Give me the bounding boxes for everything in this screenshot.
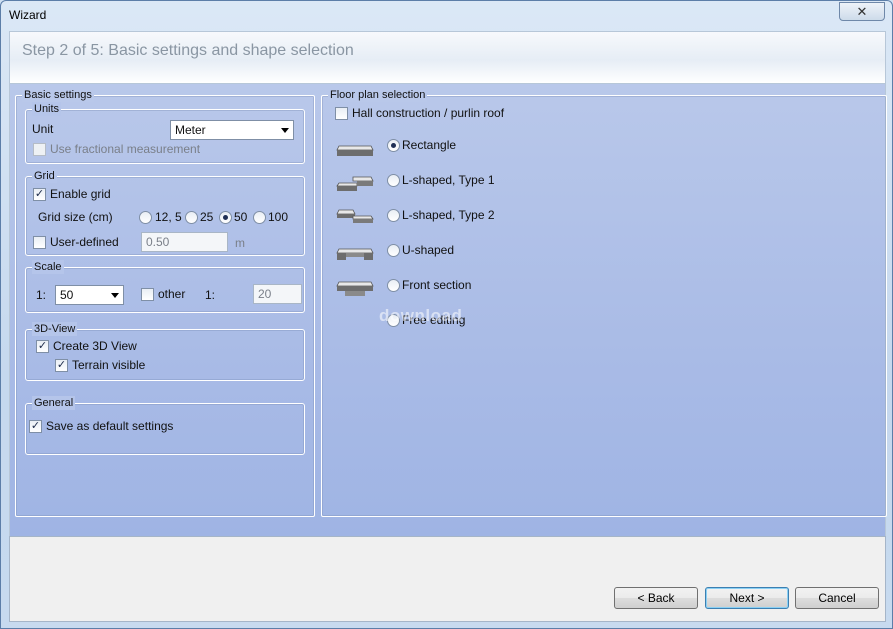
unit-label: Unit [32,122,54,136]
save-default-label: Save as default settings [46,419,174,433]
grid-size-label-100: 100 [268,210,289,224]
l-shape-type2-icon [336,209,374,223]
grid-size-radio-100[interactable] [253,211,266,224]
watermark-logo: download [379,306,463,325]
scale-select[interactable]: 50 [55,285,124,305]
user-defined-unit: m [235,236,245,250]
unit-select-value: Meter [175,123,206,137]
scale-prefix: 1: [36,288,47,302]
grid-size-radio-25[interactable] [185,211,198,224]
grid-legend: Grid [32,169,57,183]
l-shape-type1-icon [336,176,374,191]
shape-label-front-section: Front section [402,278,472,292]
u-shape-icon [336,248,374,260]
view3d-legend: 3D-View [32,322,78,336]
user-defined-label: User-defined [50,235,119,249]
other-scale-value: 20 [258,287,272,301]
shape-radio-u-shaped[interactable] [387,244,400,257]
other-scale-prefix: 1: [205,288,216,302]
general-legend: General [32,396,76,410]
next-button[interactable]: Next > [705,587,789,609]
user-defined-value: 0.50 [146,235,170,249]
user-defined-input[interactable]: 0.50 [141,232,228,252]
grid-size-radio-12-5[interactable] [139,211,152,224]
units-legend: Units [32,102,62,116]
wizard-window: Wizard ✕ Step 2 of 5: Basic settings and… [0,0,893,629]
front-section-icon [336,281,374,296]
grid-size-label-25: 25 [200,210,214,224]
scale-legend: Scale [32,260,64,274]
shape-label-u-shaped: U-shaped [402,243,455,257]
enable-grid-label: Enable grid [50,187,111,201]
floor-plan-legend: Floor plan selection [328,88,428,102]
fractional-checkbox[interactable] [33,143,46,156]
shape-label-l-type1: L-shaped, Type 1 [402,173,495,187]
save-default-checkbox[interactable]: ✓ [29,420,42,433]
rectangle-shape-icon [336,145,374,156]
shape-radio-l-type1[interactable] [387,174,400,187]
grid-size-radio-50[interactable] [219,211,232,224]
scale-select-value: 50 [60,288,74,302]
grid-size-label-12-5: 12, 5 [155,210,182,224]
create-3d-checkbox[interactable]: ✓ [36,340,49,353]
shape-label-rectangle: Rectangle [402,138,457,152]
shape-radio-l-type2[interactable] [387,209,400,222]
cancel-button[interactable]: Cancel [795,587,879,609]
shape-radio-rectangle[interactable] [387,139,400,152]
enable-grid-checkbox[interactable]: ✓ [33,188,46,201]
step-title: Step 2 of 5: Basic settings and shape se… [22,42,354,59]
back-button[interactable]: < Back [614,587,698,609]
grid-size-label-50: 50 [234,210,248,224]
terrain-visible-label: Terrain visible [72,358,146,372]
chevron-down-icon [281,128,289,133]
other-scale-checkbox[interactable] [141,288,154,301]
wizard-header: Step 2 of 5: Basic settings and shape se… [9,31,886,84]
grid-size-label: Grid size (cm) [38,210,113,224]
view3d-group: 3D-View [25,322,305,381]
fractional-label: Use fractional measurement [50,142,201,156]
hall-construction-label: Hall construction / purlin roof [352,106,505,120]
close-button[interactable]: ✕ [839,2,885,21]
close-icon: ✕ [856,4,868,19]
chevron-down-icon [111,293,119,298]
shape-radio-front-section[interactable] [387,279,400,292]
create-3d-label: Create 3D View [53,339,137,353]
other-scale-input[interactable]: 20 [253,284,302,304]
unit-select[interactable]: Meter [170,120,294,140]
shape-label-l-type2: L-shaped, Type 2 [402,208,495,222]
window-title: Wizard [9,8,47,22]
other-scale-label: other [158,287,186,301]
title-bar: Wizard ✕ [1,1,892,29]
terrain-visible-checkbox[interactable]: ✓ [55,359,68,372]
basic-settings-legend: Basic settings [22,88,94,102]
hall-construction-checkbox[interactable] [335,107,348,120]
user-defined-checkbox[interactable] [33,236,46,249]
wizard-footer [9,536,886,622]
